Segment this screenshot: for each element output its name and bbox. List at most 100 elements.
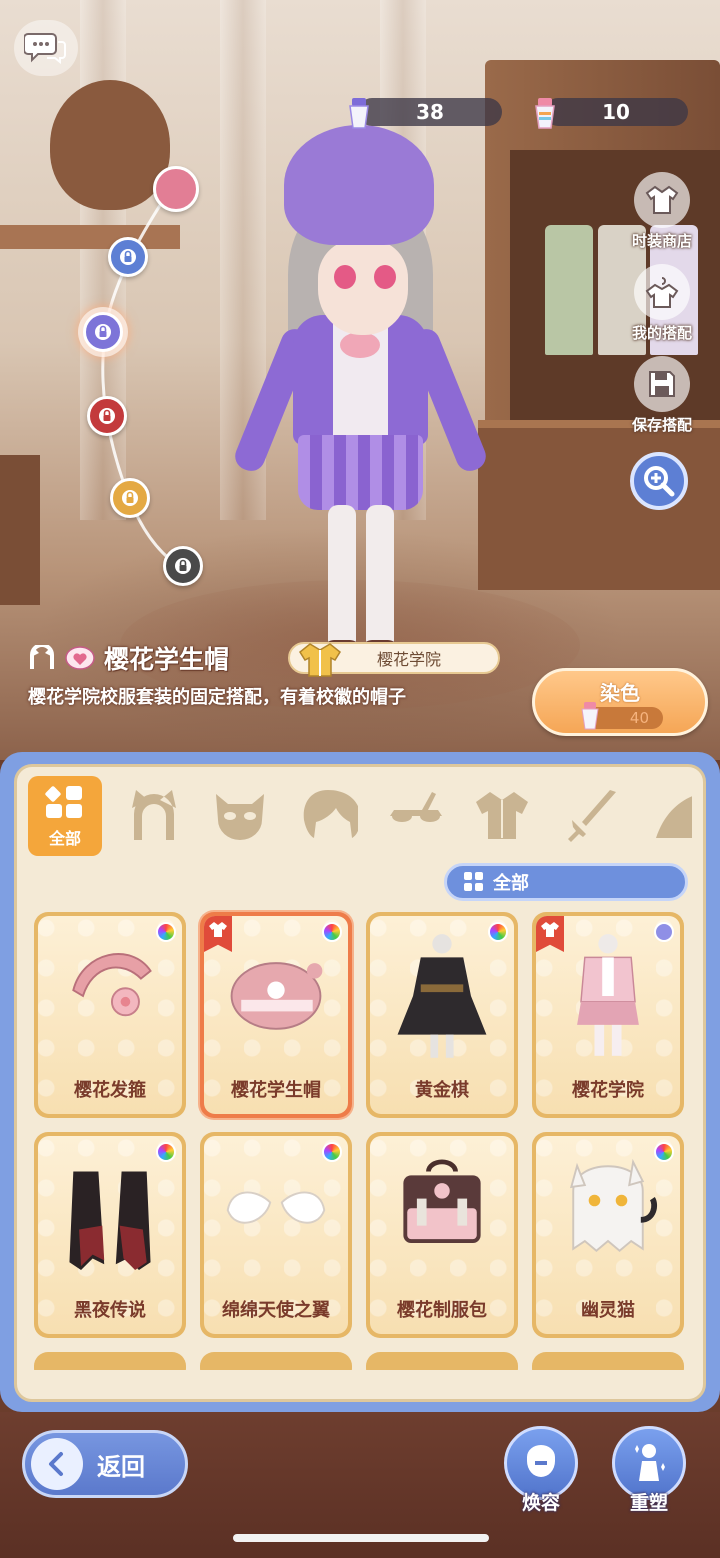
school-bag-image xyxy=(403,1159,481,1243)
new-outfit-tag xyxy=(536,916,564,952)
category-tab-sword[interactable] xyxy=(560,786,620,844)
character-beret xyxy=(284,125,434,245)
face-edit-label: 焕容 xyxy=(521,1492,560,1514)
lock-icon xyxy=(120,249,136,265)
wardrobe-drawer xyxy=(478,420,720,590)
fashion-shop-button[interactable]: 时装商店 xyxy=(622,172,702,251)
wing-icon xyxy=(656,796,692,838)
grid-icon xyxy=(45,785,82,818)
headband-image xyxy=(72,953,152,1017)
headwear-category-icon xyxy=(30,645,54,669)
beret-image xyxy=(230,962,323,1030)
category-tab-glasses[interactable] xyxy=(386,786,446,844)
zoom-in-icon xyxy=(644,466,675,497)
unlock-stage-3[interactable] xyxy=(83,312,123,352)
dye-tube-icon xyxy=(581,702,599,730)
save-outfit-label: 保存搭配 xyxy=(631,416,692,434)
my-outfits-label: 我的搭配 xyxy=(631,324,692,342)
dye-counter: 10 xyxy=(544,98,688,126)
lock-icon xyxy=(99,408,115,424)
category-tab-hair[interactable] xyxy=(298,786,361,844)
hair-icon xyxy=(303,790,361,838)
unlock-stage-6[interactable] xyxy=(163,546,203,586)
item-card[interactable]: 黄金棋 xyxy=(366,912,518,1118)
item-card[interactable]: 樱花学生帽 xyxy=(200,912,352,1118)
category-tab-all[interactable]: 全部 xyxy=(28,776,102,856)
dye-label: 染色 xyxy=(600,681,640,705)
character-leg xyxy=(328,505,356,650)
paint-tube-counter: 38 xyxy=(358,98,502,126)
category-tab-cat-ears[interactable] xyxy=(124,786,184,844)
item-card-label: 樱花发箍 xyxy=(74,1080,146,1101)
back-arrow-icon xyxy=(49,1452,63,1476)
shirt-icon xyxy=(541,922,559,937)
pink-uniform-image xyxy=(577,934,639,1056)
sword-icon xyxy=(568,790,616,842)
dye-amount: 10 xyxy=(602,100,630,124)
unlock-stage-1[interactable] xyxy=(153,166,199,212)
dye-cost-amount: 40 xyxy=(629,709,649,727)
item-description: 樱花学院校服套装的固定搭配，有着校徽的帽子 xyxy=(28,687,406,708)
item-card-label: 樱花制服包 xyxy=(397,1300,487,1321)
item-card-label: 樱花学生帽 xyxy=(231,1080,321,1101)
dye-color-icon xyxy=(654,922,674,942)
face-edit-button[interactable]: 焕容 xyxy=(504,1426,578,1515)
lock-icon xyxy=(175,558,191,574)
item-title-row: 樱花学生帽 xyxy=(28,640,229,676)
dyeable-color-icon xyxy=(654,1142,674,1162)
item-grid-partial-row xyxy=(14,1352,706,1370)
my-outfits-button[interactable]: 我的搭配 xyxy=(622,264,702,343)
item-card-label: 幽灵猫 xyxy=(581,1300,635,1321)
item-card[interactable]: 幽灵猫 xyxy=(532,1132,684,1338)
dyeable-color-icon xyxy=(322,922,342,942)
hanger-shirt-icon xyxy=(645,277,679,308)
category-tab-outfit[interactable] xyxy=(472,786,532,844)
item-card-label: 黄金棋 xyxy=(415,1080,469,1101)
ghost-cat-image xyxy=(569,1158,658,1252)
character-eye xyxy=(334,265,356,289)
dyeable-color-icon xyxy=(156,1142,176,1162)
unlock-stage-5[interactable] xyxy=(110,478,150,518)
shirt-icon xyxy=(209,922,227,937)
reshape-label: 重塑 xyxy=(629,1492,668,1514)
item-card[interactable]: 樱花制服包 xyxy=(366,1132,518,1338)
outfit-set-icon xyxy=(299,643,341,677)
grid-icon xyxy=(464,872,483,891)
new-outfit-tag xyxy=(204,916,232,952)
category-tab-mask[interactable] xyxy=(210,786,270,844)
outfit-set-badge[interactable]: 樱花学院 xyxy=(288,642,500,677)
item-card[interactable]: 樱花发箍 xyxy=(34,912,186,1118)
filter-dropdown[interactable]: 全部 xyxy=(444,863,688,901)
paint-tube-icon xyxy=(349,98,369,129)
zoom-button[interactable] xyxy=(630,452,688,510)
cat-ears-icon xyxy=(132,790,176,840)
item-card-label: 绵绵天使之翼 xyxy=(222,1300,330,1321)
item-card[interactable]: 黑夜传说 xyxy=(34,1132,186,1338)
black-cape-image xyxy=(69,1171,151,1271)
home-indicator[interactable] xyxy=(233,1534,489,1542)
back-button[interactable]: 返回 xyxy=(22,1430,188,1498)
filter-label: 全部 xyxy=(493,873,529,894)
character-eye xyxy=(374,265,396,289)
chat-button[interactable] xyxy=(14,20,78,76)
item-card[interactable]: 樱花学院 xyxy=(532,912,684,1118)
character-face xyxy=(318,240,408,335)
dyeable-color-icon xyxy=(488,922,508,942)
lock-icon xyxy=(122,490,138,506)
category-all-label: 全部 xyxy=(48,828,81,848)
rarity-heart-icon xyxy=(65,646,95,670)
item-card[interactable]: 绵绵天使之翼 xyxy=(200,1132,352,1338)
unlock-stage-4[interactable] xyxy=(87,396,127,436)
item-name: 樱花学生帽 xyxy=(104,645,230,674)
hanging-cloth xyxy=(545,225,593,355)
save-disk-icon xyxy=(649,371,675,397)
reshape-button[interactable]: 重塑 xyxy=(612,1426,686,1515)
save-outfit-button[interactable]: 保存搭配 xyxy=(622,356,702,435)
category-tab-wing[interactable] xyxy=(650,786,692,844)
character-model[interactable] xyxy=(228,100,491,720)
shirt-shop-icon xyxy=(645,185,679,214)
dye-button[interactable]: 染色 40 xyxy=(532,668,708,736)
unlock-stage-2[interactable] xyxy=(108,237,148,277)
paint-tube-amount: 38 xyxy=(416,100,444,124)
black-dress-image xyxy=(397,934,487,1058)
